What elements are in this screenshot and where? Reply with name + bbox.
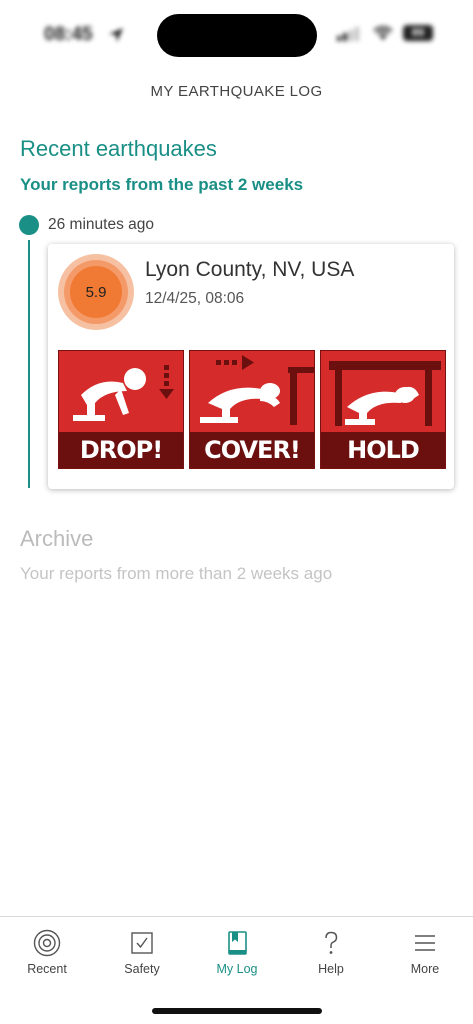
magnitude-badge: 5.9 xyxy=(58,254,134,330)
menu-icon xyxy=(415,935,435,951)
book-icon xyxy=(228,931,247,955)
tab-my-log-label: My Log xyxy=(216,962,258,976)
tab-recent[interactable]: Recent xyxy=(0,929,94,991)
cover-figure-icon xyxy=(200,355,314,425)
wifi-icon xyxy=(373,26,393,40)
tab-safety[interactable]: Safety xyxy=(95,929,189,991)
hold-on-figure-icon xyxy=(329,361,441,426)
target-icon xyxy=(33,929,61,957)
timeline-dot xyxy=(19,215,39,235)
tab-safety-label: Safety xyxy=(124,962,160,976)
drop-cover-hold-graphic: DROP! COVER! HOLD xyxy=(58,350,446,469)
status-indicators: 89 xyxy=(337,25,433,41)
status-time: 08:45 xyxy=(44,24,93,45)
drop-label: DROP! xyxy=(59,432,183,468)
tab-more[interactable]: More xyxy=(378,929,472,991)
drop-panel: DROP! xyxy=(58,350,184,469)
battery-icon: 89 xyxy=(403,25,433,41)
status-bar: 08:45 89 xyxy=(0,0,473,70)
dynamic-island xyxy=(157,14,317,57)
earthquake-location: Lyon County, NV, USA xyxy=(145,258,355,281)
timeline-line xyxy=(28,240,30,488)
tab-recent-label: Recent xyxy=(27,962,67,976)
archive-subheading: Your reports from more than 2 weeks ago xyxy=(20,564,333,583)
page-title: MY EARTHQUAKE LOG xyxy=(150,83,323,100)
drop-figure-icon xyxy=(73,365,174,421)
archive-heading: Archive xyxy=(20,526,94,551)
checkbox-icon xyxy=(131,932,153,954)
question-icon xyxy=(325,931,338,954)
home-indicator[interactable] xyxy=(152,1008,322,1014)
tab-help[interactable]: Help xyxy=(284,929,378,991)
tab-my-log[interactable]: My Log xyxy=(190,929,284,991)
tab-more-label: More xyxy=(410,962,440,976)
cellular-signal-icon xyxy=(337,25,363,41)
hold-on-label: HOLD ON! xyxy=(321,432,445,468)
hold-on-panel: HOLD ON! xyxy=(320,350,446,469)
recent-subheading: Your reports from the past 2 weeks xyxy=(20,175,304,194)
earthquake-card[interactable]: 5.9 Lyon County, NV, USA 12/4/25, 08:06 … xyxy=(48,244,454,489)
earthquake-datetime: 12/4/25, 08:06 xyxy=(145,290,245,307)
recent-heading: Recent earthquakes xyxy=(20,136,217,161)
report-time-ago: 26 minutes ago xyxy=(48,216,154,233)
location-arrow-icon xyxy=(109,28,123,42)
tab-help-label: Help xyxy=(318,962,344,976)
cover-label: COVER! xyxy=(190,432,314,468)
cover-panel: COVER! xyxy=(189,350,315,469)
magnitude-value: 5.9 xyxy=(70,266,122,318)
